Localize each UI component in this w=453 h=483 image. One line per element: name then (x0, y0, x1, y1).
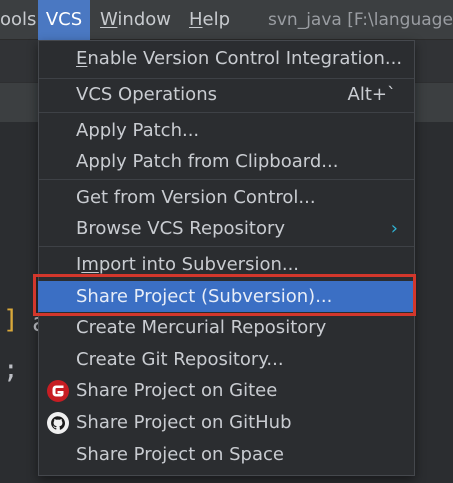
menu-item-label: Get from Version Control... (76, 187, 316, 208)
menu-bar: ools VCS Window Help svn_java [F:\langua… (0, 0, 453, 40)
menu-item-share-on-github[interactable]: Share Project on GitHub (39, 407, 414, 438)
menu-window[interactable]: Window (100, 0, 171, 40)
menu-item-label: Apply Patch from Clipboard... (76, 151, 339, 172)
menu-item-label: VCS Operations (76, 84, 217, 105)
menu-window-rest: indow (117, 9, 171, 30)
menu-item-label-rest: port into Subversion... (98, 254, 300, 275)
menu-item-create-git-repository[interactable]: Create Git Repository... (39, 344, 414, 375)
menu-item-share-project-subversion[interactable]: Share Project (Subversion)... (38, 281, 415, 312)
menu-item-share-on-gitee[interactable]: Share Project on Gitee (39, 375, 414, 406)
menu-item-label: Share Project on Space (76, 444, 284, 465)
menu-item-share-on-space[interactable]: Share Project on Space (39, 439, 414, 470)
menu-help-rest: elp (202, 9, 231, 30)
code-bracket: ] (3, 305, 19, 335)
menu-item-browse-vcs-repository[interactable]: Browse VCS Repository › (39, 213, 414, 244)
menu-item-label: Share Project (Subversion)... (76, 286, 333, 307)
menu-help[interactable]: Help (189, 0, 230, 40)
menu-item-enable-vcs-integration[interactable]: Enable Version Control Integration... (39, 43, 414, 74)
menu-item-label: Browse VCS Repository (76, 218, 286, 239)
menu-item-label: Create Mercurial Repository (76, 317, 327, 338)
menu-tools[interactable]: ools (0, 0, 36, 40)
menu-help-mnemonic: H (189, 9, 203, 30)
menu-item-vcs-operations[interactable]: VCS Operations Alt+` (39, 79, 414, 110)
submenu-arrow-icon: › (390, 218, 398, 239)
separator (39, 179, 414, 180)
code-semicolon: ; (3, 355, 19, 385)
menu-item-apply-patch-clipboard[interactable]: Apply Patch from Clipboard... (39, 146, 414, 177)
menu-item-label: Create Git Repository... (76, 349, 284, 370)
gitee-icon (46, 379, 70, 403)
menu-vcs[interactable]: VCS (38, 0, 90, 40)
menu-item-label: Share Project on Gitee (76, 380, 278, 401)
menu-item-get-from-vcs[interactable]: Get from Version Control... (39, 182, 414, 213)
menu-item-label: Apply Patch... (76, 120, 200, 141)
separator (39, 246, 414, 247)
menu-item-mnemonic: m (81, 254, 99, 275)
separator (39, 112, 414, 113)
vcs-dropdown-menu: Enable Version Control Integration... VC… (38, 40, 415, 476)
menu-window-mnemonic: W (100, 9, 118, 30)
menu-item-import-into-subversion[interactable]: Import into Subversion... (39, 249, 414, 280)
menu-item-label-rest: nable Version Control Integration... (87, 48, 403, 69)
window-title: svn_java [F:\languages (268, 10, 453, 30)
menu-item-create-mercurial-repository[interactable]: Create Mercurial Repository (39, 312, 414, 343)
shortcut-label: Alt+` (347, 84, 396, 105)
github-icon (46, 411, 70, 435)
menu-item-label: Import into Subversion... (76, 249, 299, 280)
menu-item-apply-patch[interactable]: Apply Patch... (39, 115, 414, 146)
menu-item-label: Enable Version Control Integration... (76, 48, 403, 69)
menu-item-label: Share Project on GitHub (76, 412, 292, 433)
